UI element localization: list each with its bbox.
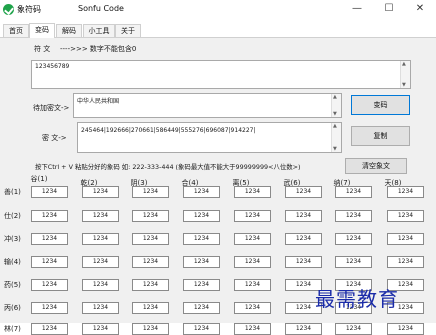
code-cell-input[interactable]: 1234 xyxy=(183,210,220,222)
row-header: 丙(6) xyxy=(4,304,21,312)
plaintext-input[interactable]: 中华人民共和国 xyxy=(73,93,342,118)
code-cell-input[interactable]: 1234 xyxy=(31,210,68,222)
code-cell-input[interactable]: 1234 xyxy=(234,210,271,222)
code-cell-input[interactable]: 1234 xyxy=(31,302,68,314)
code-cell-input[interactable]: 1234 xyxy=(234,256,271,268)
tab-about[interactable]: 关于 xyxy=(115,24,141,37)
code-cell-input[interactable]: 1234 xyxy=(31,323,68,335)
code-cell-input[interactable]: 1234 xyxy=(183,302,220,314)
code-cell-input[interactable]: 1234 xyxy=(132,210,169,222)
code-cell-input[interactable]: 1234 xyxy=(82,210,119,222)
app-name: 象符码 xyxy=(17,5,41,14)
code-cell-input[interactable]: 1234 xyxy=(31,186,68,198)
secret-scrollbar[interactable] xyxy=(400,61,410,88)
code-cell-input[interactable]: 1234 xyxy=(82,323,119,335)
close-button[interactable]: ✕ xyxy=(409,1,431,17)
secret-label: 符 文 xyxy=(34,45,51,53)
code-cell-input[interactable]: 1234 xyxy=(82,186,119,198)
code-cell-input[interactable]: 1234 xyxy=(132,186,169,198)
code-cell-input[interactable]: 1234 xyxy=(234,323,271,335)
code-cell-input[interactable]: 1234 xyxy=(285,256,322,268)
secret-input[interactable]: 123456789 xyxy=(31,60,411,89)
code-cell-input[interactable]: 1234 xyxy=(82,302,119,314)
row-header: 输(4) xyxy=(4,258,21,266)
code-cell-input[interactable]: 1234 xyxy=(132,233,169,245)
code-cell-input[interactable]: 1234 xyxy=(183,279,220,291)
code-cell-input[interactable]: 1234 xyxy=(335,210,372,222)
ciphertext-scrollbar[interactable] xyxy=(331,123,341,152)
code-cell-input[interactable]: 1234 xyxy=(234,302,271,314)
code-cell-input[interactable]: 1234 xyxy=(387,323,424,335)
code-cell-input[interactable]: 1234 xyxy=(132,302,169,314)
row-header: 冲(3) xyxy=(4,235,21,243)
window-title: Sonfu Code xyxy=(78,4,124,13)
code-cell-input[interactable]: 1234 xyxy=(285,233,322,245)
code-cell-input[interactable]: 1234 xyxy=(132,323,169,335)
tab-home[interactable]: 首页 xyxy=(3,24,29,37)
code-cell-input[interactable]: 1234 xyxy=(335,323,372,335)
code-cell-input[interactable]: 1234 xyxy=(183,323,220,335)
tab-encode[interactable]: 变码 xyxy=(29,23,55,38)
code-cell-input[interactable]: 1234 xyxy=(387,210,424,222)
code-cell-input[interactable]: 1234 xyxy=(335,186,372,198)
watermark: 最需教育 xyxy=(315,287,399,311)
ciphertext-output-value: 245464|192666|270661|586449|555276|69608… xyxy=(81,127,256,134)
column-header: 谷(1) xyxy=(30,175,48,183)
code-cell-input[interactable]: 1234 xyxy=(31,256,68,268)
row-header: 林(7) xyxy=(4,325,21,333)
code-cell-input[interactable]: 1234 xyxy=(387,256,424,268)
title-bar: 象符码 Sonfu Code — ☐ ✕ xyxy=(0,0,436,20)
code-cell-input[interactable]: 1234 xyxy=(82,256,119,268)
minimize-button[interactable]: — xyxy=(346,1,368,17)
code-cell-input[interactable]: 1234 xyxy=(285,186,322,198)
code-cell-input[interactable]: 1234 xyxy=(183,256,220,268)
code-cell-input[interactable]: 1234 xyxy=(285,210,322,222)
code-cell-input[interactable]: 1234 xyxy=(387,186,424,198)
code-cell-input[interactable]: 1234 xyxy=(335,256,372,268)
row-header: 善(1) xyxy=(4,188,21,196)
clear-button[interactable]: 清空象文 xyxy=(345,158,407,174)
code-cell-input[interactable]: 1234 xyxy=(31,233,68,245)
row-header: 药(5) xyxy=(4,281,21,289)
plaintext-input-value: 中华人民共和国 xyxy=(77,98,120,105)
encode-button[interactable]: 变码 xyxy=(351,95,410,115)
code-cell-input[interactable]: 1234 xyxy=(132,279,169,291)
code-cell-input[interactable]: 1234 xyxy=(285,323,322,335)
code-cell-input[interactable]: 1234 xyxy=(31,279,68,291)
code-cell-input[interactable]: 1234 xyxy=(234,233,271,245)
maximize-button[interactable]: ☐ xyxy=(378,1,400,17)
app-logo-icon xyxy=(3,4,14,15)
secret-input-value: 123456789 xyxy=(35,63,70,70)
code-cell-input[interactable]: 1234 xyxy=(183,233,220,245)
code-cell-input[interactable]: 1234 xyxy=(234,279,271,291)
code-cell-input[interactable]: 1234 xyxy=(335,233,372,245)
code-cell-input[interactable]: 1234 xyxy=(82,279,119,291)
code-cell-input[interactable]: 1234 xyxy=(132,256,169,268)
shortcut-hint: 按下Ctrl + V 粘贴分好的象码 如: 222-333-444 (象码最大值… xyxy=(35,163,301,171)
ciphertext-label: 密 文-> xyxy=(42,134,67,142)
code-cell-input[interactable]: 1234 xyxy=(183,186,220,198)
plaintext-label: 待加密文-> xyxy=(33,104,70,112)
plaintext-scrollbar[interactable] xyxy=(331,94,341,117)
tab-decode[interactable]: 解码 xyxy=(56,24,82,37)
code-cell-input[interactable]: 1234 xyxy=(387,233,424,245)
code-cell-input[interactable]: 1234 xyxy=(82,233,119,245)
copy-button[interactable]: 复制 xyxy=(351,126,410,146)
row-header: 仕(2) xyxy=(4,212,21,220)
secret-hint: ---->>> 数字不能包含0 xyxy=(60,45,137,53)
tab-tools[interactable]: 小工具 xyxy=(83,24,115,37)
code-cell-input[interactable]: 1234 xyxy=(234,186,271,198)
ciphertext-output[interactable]: 245464|192666|270661|586449|555276|69608… xyxy=(77,122,342,153)
